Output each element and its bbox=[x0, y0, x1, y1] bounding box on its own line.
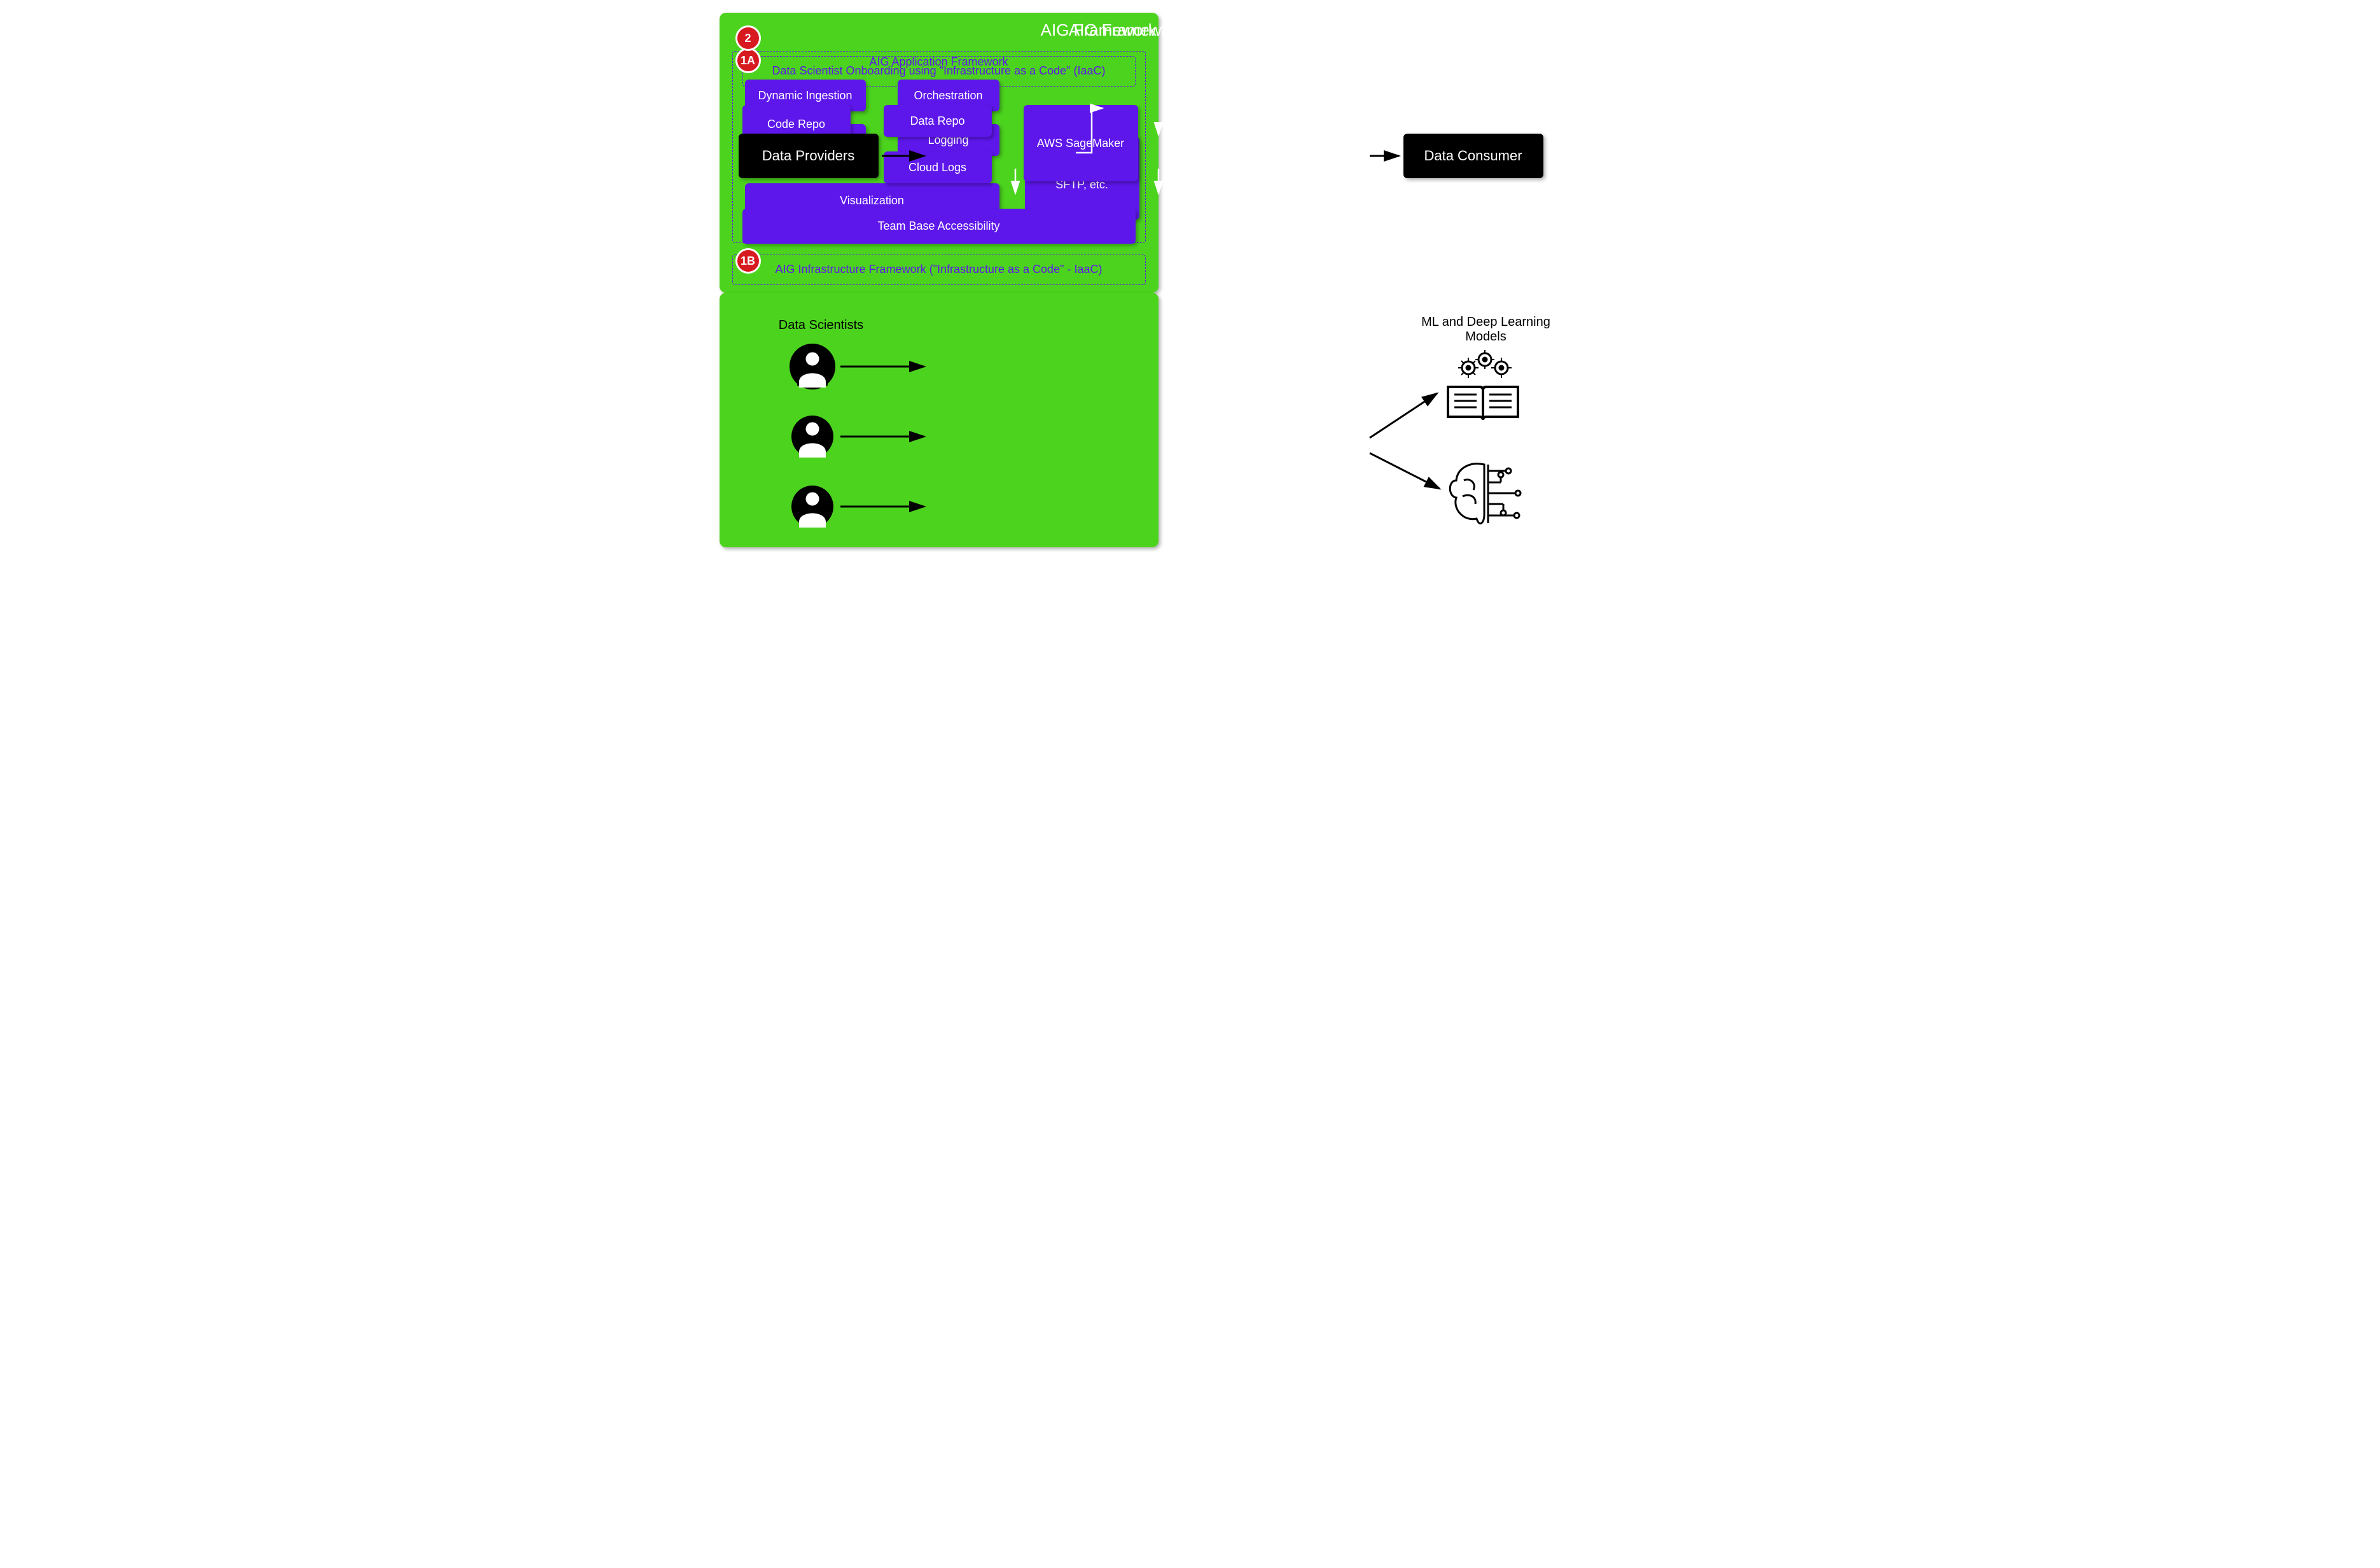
data-providers-box: Data Providers bbox=[739, 134, 879, 178]
person-icon bbox=[790, 344, 835, 389]
badge-1a: 1A bbox=[735, 48, 761, 73]
data-repo-box: Data Repo bbox=[884, 105, 992, 137]
onboarding-label: Data Scientist Onboarding using "Infrast… bbox=[743, 64, 1135, 78]
arrow-orch-to-integration bbox=[1209, 108, 1273, 146]
person-icon bbox=[790, 484, 835, 529]
sagemaker-box: AWS SageMaker bbox=[1024, 105, 1138, 181]
arrow-sagemaker-to-book bbox=[1370, 393, 1437, 438]
data-science-title: AIG Framework for Data Science bbox=[720, 20, 1661, 40]
badge-2: 2 bbox=[735, 25, 761, 51]
data-consumer-box: Data Consumer bbox=[1403, 134, 1543, 178]
infrastructure-framework-section: AIG Infrastructure Framework ("Infrastru… bbox=[732, 255, 1146, 285]
ml-models-label: ML and Deep Learning Models bbox=[1416, 315, 1556, 344]
ml-book-gears-icon bbox=[1442, 350, 1524, 426]
badge-1b: 1B bbox=[735, 248, 761, 274]
arrow-sagemaker-to-brain bbox=[1370, 453, 1440, 489]
person-icon bbox=[790, 414, 835, 459]
data-scientists-label: Data Scientists bbox=[770, 318, 872, 333]
cloud-logs-box: Cloud Logs bbox=[884, 151, 992, 183]
brain-circuit-icon bbox=[1445, 458, 1528, 535]
onboarding-section: Data Scientist Onboarding using "Infrast… bbox=[742, 56, 1136, 87]
infrastructure-framework-label: AIG Infrastructure Framework ("Infrastru… bbox=[733, 263, 1145, 276]
team-base-box: Team Base Accessibility bbox=[742, 209, 1136, 244]
